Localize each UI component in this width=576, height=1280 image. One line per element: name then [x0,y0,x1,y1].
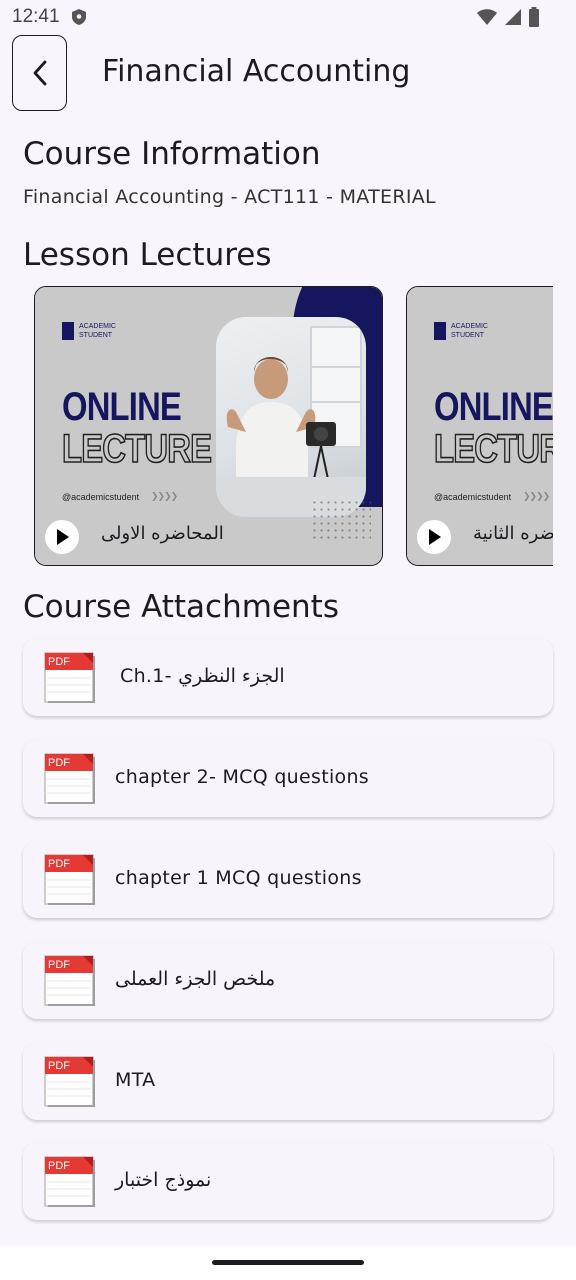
status-icons [476,7,540,27]
page-title: Financial Accounting [102,54,411,89]
pdf-file-icon: PDF [44,955,95,1006]
play-icon [429,529,441,545]
course-attachments-heading: Course Attachments [23,589,339,625]
play-button[interactable] [417,520,451,554]
shield-icon [72,9,86,25]
chevrons-decoration-icon: ❯❯❯❯ [523,492,550,502]
pdf-file-icon: PDF [44,652,95,703]
battery-icon [529,7,539,27]
play-icon [57,529,69,545]
thumbnail-title-line1: ONLINE [434,385,553,429]
course-description: Financial Accounting - ACT111 - MATERIAL [23,186,436,208]
attachment-item[interactable]: PDF chapter 2- MCQ questions [23,739,553,817]
pdf-icon-text: PDF [48,959,70,971]
brand-logo: ACADEMIC STUDENT [62,322,127,340]
status-time: 12:41 [12,6,60,27]
attachment-label: نموذج اختبار [115,1169,212,1191]
attachment-label: chapter 1 MCQ questions [115,867,362,889]
course-information-heading: Course Information [23,136,321,172]
dot-pattern [311,499,371,541]
chevron-left-icon [33,60,46,86]
lesson-lectures-heading: Lesson Lectures [23,237,272,273]
pdf-icon-text: PDF [48,757,70,769]
attachment-item[interactable]: PDF ملخص الجزء العملى [23,941,553,1019]
status-bar: 12:41 [0,0,576,34]
attachment-item[interactable]: PDF Ch.1- الجزء النظري [23,638,553,716]
pdf-file-icon: PDF [44,1156,95,1207]
pdf-icon-text: PDF [48,1060,70,1072]
play-button[interactable] [45,520,79,554]
lecture-card[interactable]: ACADEMIC STUDENT ONLINE LECTURE @academi… [406,286,553,566]
attachment-item[interactable]: PDF MTA [23,1042,553,1120]
pdf-icon-text: PDF [48,1160,70,1172]
chevrons-decoration-icon: ❯❯❯❯ [151,492,178,502]
brand-logo: ACADEMIC STUDENT [434,322,499,340]
attachment-label: chapter 2- MCQ questions [115,766,370,788]
signal-icon [505,9,521,25]
thumbnail-title-line1: ONLINE [62,385,182,429]
pdf-file-icon: PDF [44,1056,95,1107]
attachment-label: MTA [115,1069,156,1091]
lectures-carousel[interactable]: ACADEMIC STUDENT ONLINE LECTURE @academi… [34,286,553,567]
attachment-label: Ch.1- الجزء النظري [120,665,285,687]
lecture-title: المحاضره الاولى [101,523,224,544]
back-button[interactable] [12,35,67,111]
lecture-title: المحاضره الثانية [473,523,553,544]
lecture-card[interactable]: ACADEMIC STUDENT ONLINE LECTURE @academi… [34,286,383,566]
lecturer-photo [216,317,366,517]
home-gesture-handle[interactable] [212,1260,364,1265]
pdf-icon-text: PDF [48,858,70,870]
wifi-icon [477,9,497,25]
thumbnail-title-line2: LECTURE [61,426,212,472]
thumbnail-handle: @academicstudent [434,492,512,502]
attachment-label: ملخص الجزء العملى [115,968,276,990]
pdf-icon-text: PDF [48,656,70,668]
pdf-file-icon: PDF [44,854,95,905]
pdf-file-icon: PDF [44,753,95,804]
attachment-item[interactable]: PDF chapter 1 MCQ questions [23,840,553,918]
attachment-item[interactable]: PDF نموذج اختبار [23,1142,553,1220]
thumbnail-title-line2: LECTURE [433,426,553,472]
thumbnail-handle: @academicstudent [62,492,140,502]
